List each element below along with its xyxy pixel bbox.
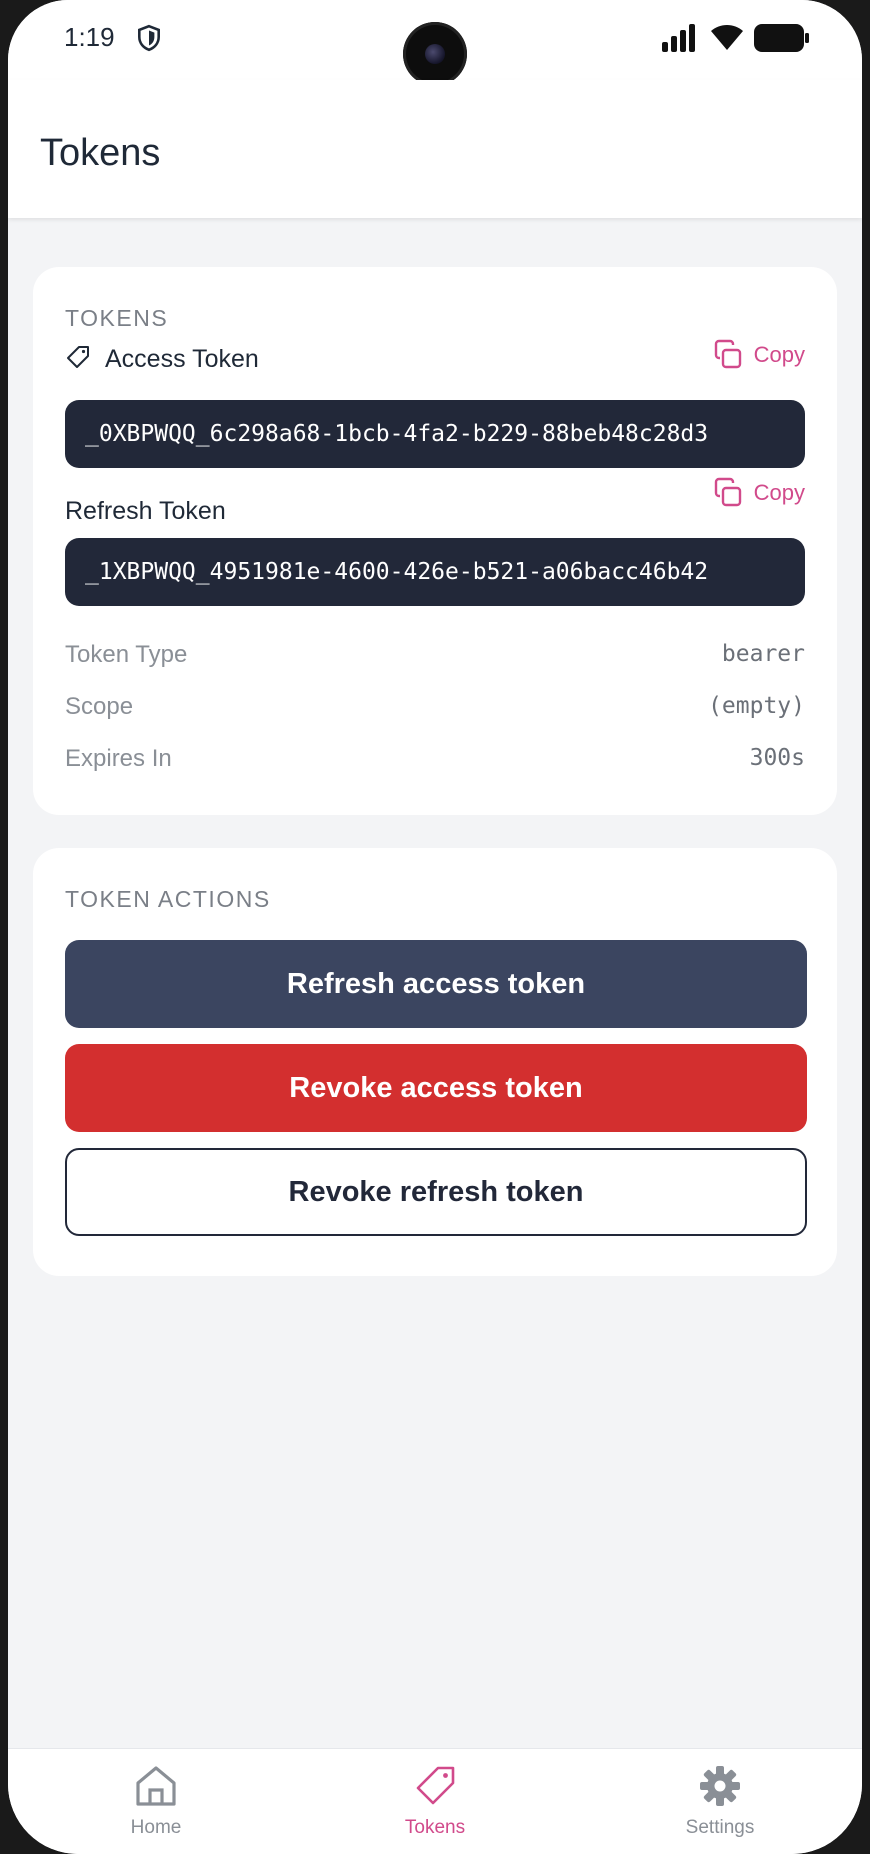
tag-icon [67,346,89,368]
app-bar: Tokens [8,80,862,218]
phone-frame: 1:19 Tokens TOKENS Access Token Copy _0X… [0,0,870,1854]
copy-label: Copy [753,342,805,367]
revoke-access-token-button[interactable]: Revoke access token [65,1044,807,1132]
status-time: 1:19 [64,22,115,52]
tokens-section-label: TOKENS [65,305,169,331]
refresh-token-value[interactable]: _1XBPWQQ_4951981e-4600-426e-b521-a06bacc… [65,538,805,606]
scope-value: (empty) [708,693,805,719]
access-token-label: Access Token [105,345,259,373]
token-type-label: Token Type [65,641,188,668]
gear-icon [700,1766,740,1806]
copy-icon [714,477,741,507]
nav-item-home[interactable]: Home [76,1763,236,1839]
nav-item-tokens[interactable]: Tokens [355,1763,515,1839]
access-token-value[interactable]: _0XBPWQQ_6c298a68-1bcb-4fa2-b229-88beb48… [65,400,805,468]
nav-item-settings[interactable]: Settings [640,1763,800,1839]
refresh-access-token-button[interactable]: Refresh access token [65,940,807,1028]
wifi-icon [711,25,743,50]
status-bar: 1:19 [8,0,862,86]
front-camera [403,22,467,86]
expires-in-label: Expires In [65,745,172,772]
access-token-title: Access Token [65,345,259,374]
revoke-refresh-token-button[interactable]: Revoke refresh token [65,1148,807,1236]
copy-icon [714,339,741,369]
battery-icon [754,24,809,52]
expires-in-value: 300s [749,745,805,771]
page-title: Tokens [40,132,161,174]
copy-access-token-button[interactable]: Copy [712,339,805,371]
nav-tokens-label: Tokens [404,1817,466,1838]
signal-icon [662,24,695,52]
token-actions-card: TOKEN ACTIONS Refresh access token Revok… [33,848,837,1276]
home-icon [136,1766,176,1806]
copy-label: Copy [753,480,805,505]
scope-label: Scope [65,693,134,720]
refresh-token-label: Refresh Token [65,497,226,525]
refresh-token-title: Refresh Token [65,497,226,526]
shield-icon [138,24,160,52]
screen: 1:19 Tokens TOKENS Access Token Copy _0X… [8,0,862,1854]
token-type-value: bearer [721,641,805,667]
tokens-card: TOKENS Access Token Copy _0XBPWQQ_6c298a… [33,267,837,815]
bottom-navigation: Home Tokens Settings [8,1748,862,1854]
nav-settings-label: Settings [685,1817,755,1838]
copy-refresh-token-button[interactable]: Copy [712,477,805,509]
token-actions-section-label: TOKEN ACTIONS [65,886,271,912]
nav-home-label: Home [130,1817,182,1838]
tag-icon [416,1766,455,1805]
